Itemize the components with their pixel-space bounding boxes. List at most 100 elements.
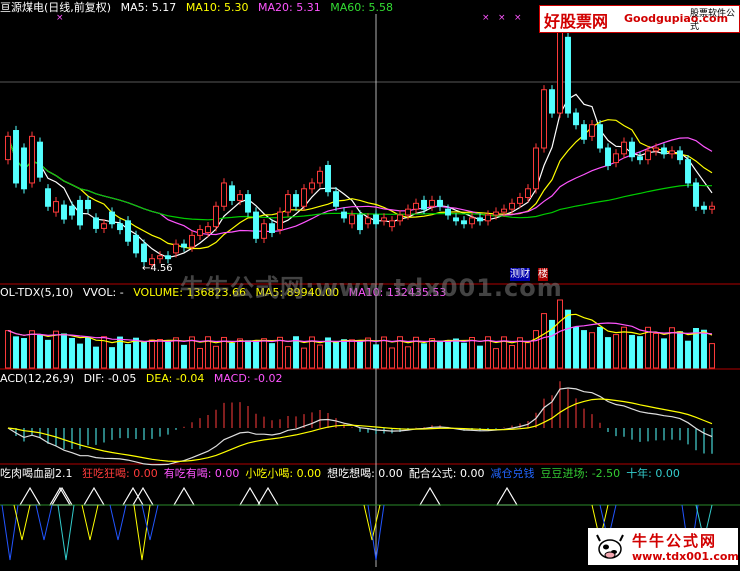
volume-bar-up	[621, 326, 627, 369]
volume-bar-down	[85, 336, 91, 369]
candle-down	[141, 243, 147, 263]
volume-bar-up	[213, 345, 219, 369]
volume-bar-up	[261, 338, 267, 369]
volume-bar-down	[453, 338, 459, 369]
candle-down	[293, 194, 299, 207]
candle-down	[181, 243, 187, 248]
stamp-url: www.tdx001.com	[632, 550, 739, 563]
candle-up	[205, 226, 211, 233]
candle-up	[389, 220, 395, 228]
indicator-spike	[13, 504, 31, 541]
indicator-item-5: 减仓兑钱	[490, 467, 535, 480]
signal-triangle	[418, 486, 442, 506]
candle-down	[445, 208, 451, 216]
candle-up	[29, 135, 35, 184]
cow-icon	[596, 534, 624, 559]
volume-bar-down	[597, 326, 603, 369]
volume-bar-down	[373, 344, 379, 369]
candle-down	[341, 211, 347, 219]
signal-triangle	[18, 486, 42, 506]
candle-down	[133, 234, 139, 254]
stamp-name: 牛牛公式网	[632, 532, 718, 550]
volume-bar-down	[437, 340, 443, 369]
volume-bar-up	[389, 347, 395, 369]
candle-up	[493, 211, 499, 216]
volume-bar-up	[429, 338, 435, 369]
macd-indicator-name: ACD(12,26,9)	[0, 372, 75, 385]
indicator-item-1: 有吃有喝: 0.00	[163, 467, 240, 480]
candle-down	[325, 164, 331, 193]
candle-up	[53, 201, 59, 213]
dif-label: DIF: -0.05	[83, 372, 137, 385]
indicator-item-7: 十年: 0.00	[626, 467, 680, 480]
indicator-item-4: 配合公式: 0.00	[408, 467, 485, 480]
signal-triangle	[238, 486, 262, 506]
candle-down	[677, 150, 683, 161]
candle-down	[629, 141, 635, 158]
volume-bar-down	[69, 337, 75, 369]
candle-up	[485, 214, 491, 222]
indicator-spike	[81, 504, 99, 541]
candle-down	[61, 204, 67, 220]
volume-bar-down	[445, 340, 451, 369]
volume-bar-down	[93, 346, 99, 369]
kline-chart[interactable]: × × × × 亘源煤电(日线,前复权) MA5: 5.17 MA10: 5.30 M…	[0, 0, 740, 567]
indicator-spike	[35, 504, 53, 541]
volume-bar-up	[557, 299, 563, 369]
volume-bar-down	[13, 336, 19, 369]
volume-bar-up	[197, 347, 203, 369]
volume-bar-down	[133, 337, 139, 369]
ma5-label: MA5: 5.17	[120, 1, 177, 14]
volume-bar-up	[157, 338, 163, 369]
candle-up	[349, 214, 355, 225]
volume-bar-up	[277, 336, 283, 369]
candle-up	[557, 30, 563, 114]
signal-triangle	[82, 486, 106, 506]
volume-bar-up	[405, 346, 411, 369]
candle-up	[429, 199, 435, 207]
volume-bar-up	[237, 338, 243, 369]
volume-bar-up	[541, 313, 547, 369]
volume-bar-down	[325, 337, 331, 369]
volume-bar-down	[165, 341, 171, 369]
signal-triangle	[131, 486, 155, 506]
candle-down	[581, 124, 587, 140]
vvol-label: VVOL: -	[82, 286, 124, 299]
ma20-label: MA20: 5.31	[258, 1, 321, 14]
volume-bar-down	[245, 340, 251, 369]
site-stamp[interactable]: 牛牛公式网 www.tdx001.com	[588, 528, 739, 565]
candle-down	[701, 205, 707, 210]
volume-indicator-name: OL-TDX(5,10)	[0, 286, 74, 299]
volume-bar-up	[5, 330, 11, 369]
volume-bar-down	[677, 331, 683, 369]
candle-down	[93, 217, 99, 229]
indicator-item-3: 想吃想喝: 0.00	[327, 467, 403, 480]
candle-down	[245, 194, 251, 213]
signal-triangle	[256, 486, 280, 506]
candle-up	[501, 208, 507, 213]
candle-down	[597, 124, 603, 149]
indicator-spike	[141, 504, 159, 541]
candle-down	[437, 199, 443, 207]
signal-triangle	[172, 486, 196, 506]
indicator-spike	[109, 504, 127, 541]
volume-bar-up	[509, 345, 515, 369]
candle-down	[685, 159, 691, 184]
candle-up	[397, 214, 403, 222]
candle-down	[13, 130, 19, 184]
site-logo[interactable]: 好股票网 Goodgupiao.com 股票软件公式	[539, 5, 740, 33]
volume-bar-down	[269, 343, 275, 369]
volume-bar-up	[365, 337, 371, 369]
volume-bar-down	[341, 339, 347, 369]
candle-up	[301, 188, 307, 207]
candle-down	[125, 220, 131, 242]
volume-bar-down	[661, 338, 667, 369]
candle-down	[45, 188, 51, 207]
candle-up	[517, 197, 523, 204]
indicator-spike	[57, 504, 75, 561]
volume-bar-up	[517, 337, 523, 369]
volume-bar-up	[533, 330, 539, 369]
candle-down	[77, 199, 83, 226]
volume-bar-down	[333, 341, 339, 369]
logo-tagline: 股票软件公式	[690, 9, 736, 32]
